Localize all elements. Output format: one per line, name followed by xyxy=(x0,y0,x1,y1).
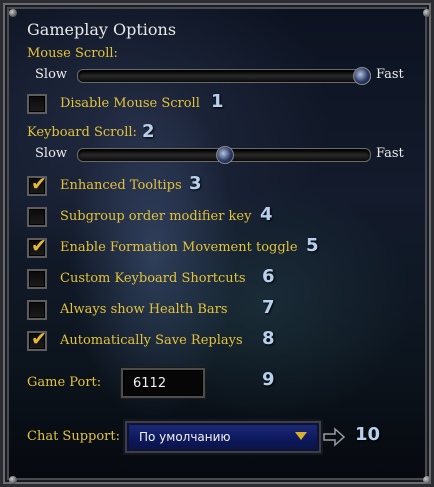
chat-support-dropdown[interactable]: По умолчанию xyxy=(125,421,321,453)
disable-mouse-scroll-label: Disable Mouse Scroll xyxy=(60,96,200,111)
annotation-number: 6 xyxy=(262,266,275,287)
annotation-number: 4 xyxy=(260,204,273,225)
checkmark-icon: ✔ xyxy=(31,235,47,257)
formation-movement-label: Enable Formation Movement toggle xyxy=(60,240,298,255)
chat-support-selected-value: По умолчанию xyxy=(139,430,231,444)
game-port-label: Game Port: xyxy=(27,375,102,390)
corner-rivet-icon xyxy=(423,9,431,17)
checkmark-icon: ✔ xyxy=(31,173,47,195)
arrow-right-icon xyxy=(323,427,345,447)
option-custom-keyboard-shortcuts[interactable]: Custom Keyboard Shortcuts xyxy=(27,269,327,291)
corner-rivet-icon xyxy=(9,9,17,17)
mouse-scroll-slider[interactable] xyxy=(77,67,372,85)
auto-save-replays-label: Automatically Save Replays xyxy=(60,333,243,348)
annotation-number: 10 xyxy=(355,424,381,445)
checkmark-icon: ✔ xyxy=(31,328,47,350)
annotation-number: 7 xyxy=(262,297,275,318)
annotation-number: 2 xyxy=(142,121,155,142)
keyboard-scroll-slider[interactable] xyxy=(77,146,371,164)
keyboard-scroll-fast-label: Fast xyxy=(376,146,404,161)
auto-save-replays-checkbox[interactable]: ✔ xyxy=(27,328,47,351)
chevron-down-icon xyxy=(295,432,307,440)
corner-rivet-icon xyxy=(423,476,431,484)
annotation-number: 9 xyxy=(262,369,275,390)
annotation-number: 3 xyxy=(189,173,202,194)
subgroup-order-modifier-label: Subgroup order modifier key xyxy=(60,209,252,224)
mouse-scroll-slider-thumb[interactable] xyxy=(353,67,372,85)
option-formation-movement[interactable]: ✔ Enable Formation Movement toggle xyxy=(27,235,327,260)
keyboard-scroll-slow-label: Slow xyxy=(35,146,68,161)
annotation-number: 1 xyxy=(211,91,224,112)
corner-rivet-icon xyxy=(9,476,17,484)
annotation-number: 8 xyxy=(262,328,275,349)
subgroup-order-modifier-checkbox[interactable] xyxy=(27,207,47,227)
option-always-show-health-bars[interactable]: Always show Health Bars xyxy=(27,300,327,322)
always-show-health-bars-label: Always show Health Bars xyxy=(60,302,228,317)
enhanced-tooltips-checkbox[interactable]: ✔ xyxy=(27,173,47,196)
gameplay-options-panel: Gameplay Options Mouse Scroll: Slow Fast… xyxy=(0,0,434,487)
game-port-input[interactable]: 6112 xyxy=(121,368,205,398)
always-show-health-bars-checkbox[interactable] xyxy=(27,300,47,320)
chat-support-label: Chat Support: xyxy=(27,429,120,444)
enhanced-tooltips-label: Enhanced Tooltips xyxy=(60,178,182,193)
option-subgroup-order-modifier[interactable]: Subgroup order modifier key xyxy=(27,207,327,229)
custom-keyboard-shortcuts-label: Custom Keyboard Shortcuts xyxy=(60,271,246,286)
keyboard-scroll-slider-thumb[interactable] xyxy=(216,146,234,164)
disable-mouse-scroll-checkbox[interactable] xyxy=(27,94,47,114)
panel-title: Gameplay Options xyxy=(27,20,177,39)
mouse-scroll-fast-label: Fast xyxy=(376,67,404,82)
mouse-scroll-slow-label: Slow xyxy=(35,67,68,82)
option-auto-save-replays[interactable]: ✔ Automatically Save Replays xyxy=(27,328,327,353)
option-enhanced-tooltips[interactable]: ✔ Enhanced Tooltips xyxy=(27,173,327,198)
mouse-scroll-label: Mouse Scroll: xyxy=(27,46,118,61)
annotation-number: 5 xyxy=(306,235,319,256)
keyboard-scroll-label: Keyboard Scroll: xyxy=(27,125,137,140)
custom-keyboard-shortcuts-checkbox[interactable] xyxy=(27,269,47,289)
formation-movement-checkbox[interactable]: ✔ xyxy=(27,235,47,258)
